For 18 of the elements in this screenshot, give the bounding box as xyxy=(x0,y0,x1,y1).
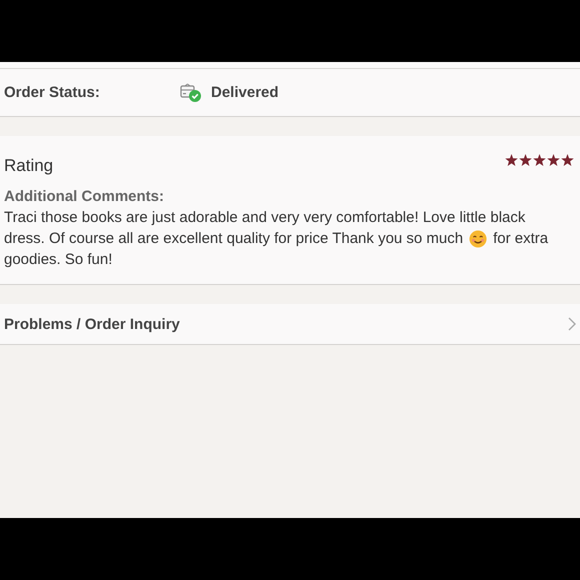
inquiry-row[interactable]: Problems / Order Inquiry xyxy=(0,304,580,345)
star-icon xyxy=(561,154,574,166)
comments-label: Additional Comments: xyxy=(4,188,165,205)
inquiry-label: Problems / Order Inquiry xyxy=(4,316,180,332)
rating-title: Rating xyxy=(4,156,54,176)
comment-text: for extra xyxy=(493,229,548,249)
comment-text: goodies. So fun! xyxy=(4,250,112,270)
comment-text: dress. Of course all are excellent quality for price Thank you so much xyxy=(4,229,464,249)
star-icon xyxy=(547,154,560,166)
comment-text: Traci those books are just adorable and very very comfortable! Love little black xyxy=(4,208,526,228)
star-icon xyxy=(505,154,518,166)
star-icon xyxy=(519,154,532,166)
status-label: Order Status: xyxy=(4,84,101,101)
chevron-right-icon xyxy=(568,317,576,331)
status-value: Delivered xyxy=(211,84,279,101)
smiley-icon xyxy=(469,230,488,248)
package-check-icon xyxy=(180,82,202,102)
star-icon xyxy=(533,154,546,166)
